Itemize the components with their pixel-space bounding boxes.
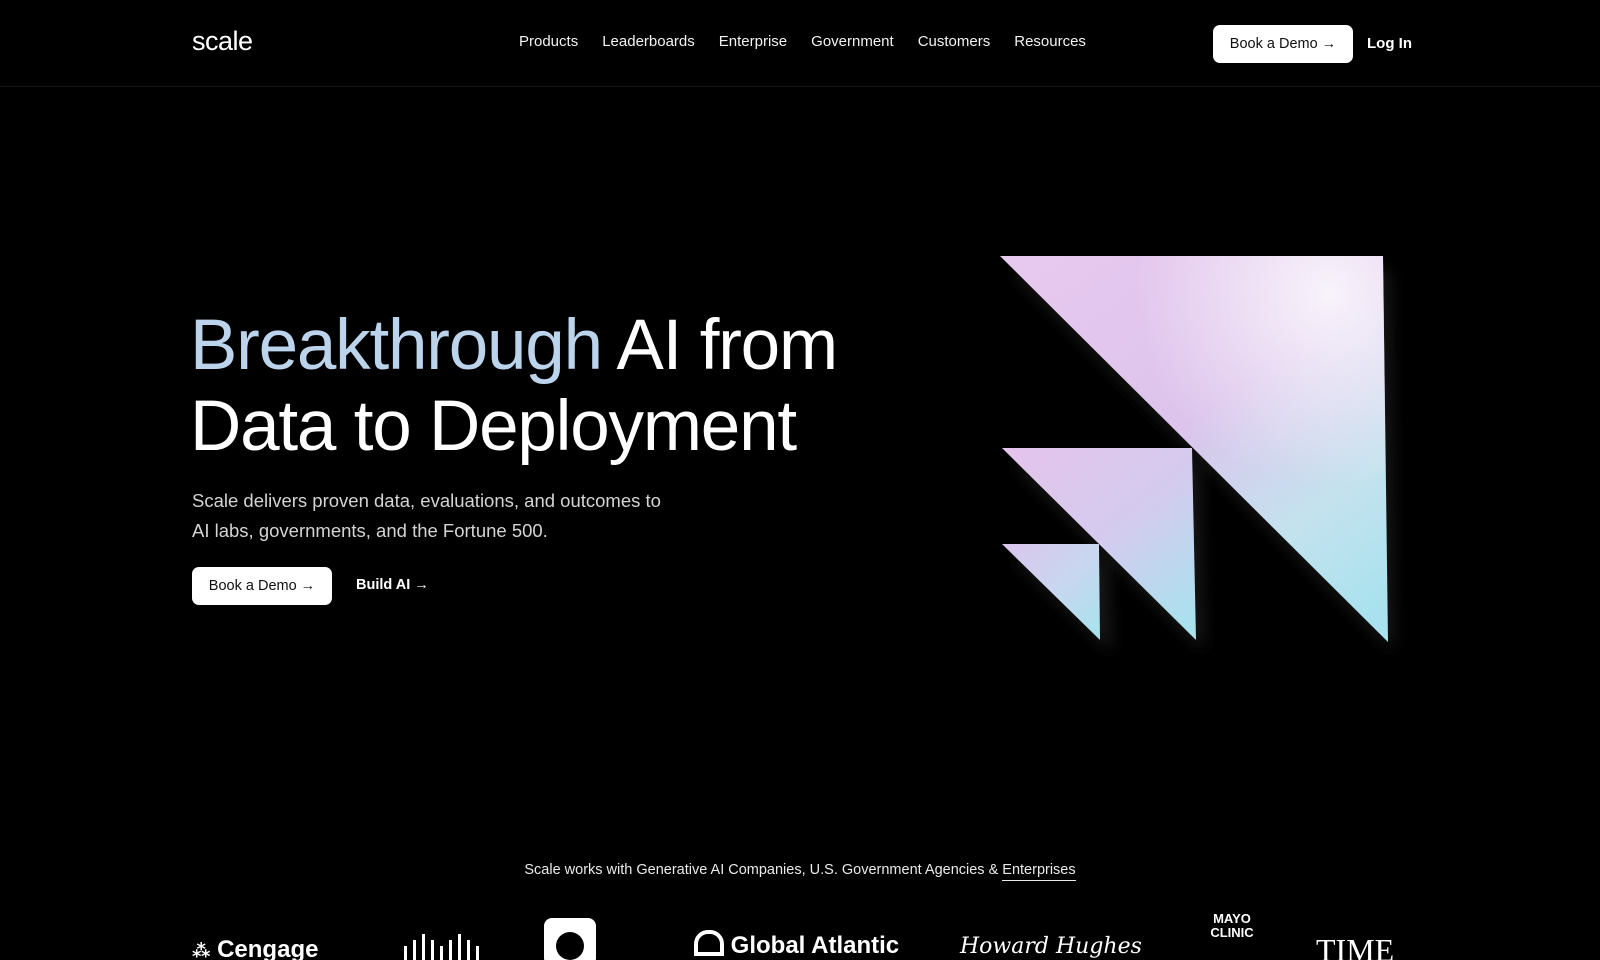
log-in-link[interactable]: Log In [1367, 35, 1412, 52]
hero-title: Breakthrough AI from Data to Deployment [190, 305, 838, 467]
top-navigation: scale Products Leaderboards Enterprise G… [0, 0, 1600, 87]
nav-link-products[interactable]: Products [519, 33, 578, 50]
nav-link-enterprise[interactable]: Enterprise [719, 33, 787, 50]
cisco-bars-icon [404, 934, 479, 960]
nav-link-customers[interactable]: Customers [918, 33, 991, 50]
app-logo [544, 918, 596, 960]
time-logo: TIME [1316, 932, 1395, 960]
partners-statement: Scale works with Generative AI Companies… [0, 862, 1600, 881]
partners-text: Scale works with Generative AI Companies… [524, 862, 1003, 878]
cisco-logo [402, 930, 482, 960]
cengage-logo: ⁂ Cengage [192, 936, 319, 960]
scale-logo[interactable]: scale [192, 26, 253, 57]
hero-title-highlight: Breakthrough [190, 306, 603, 385]
global-atlantic-logo: Global Atlantic [694, 930, 899, 960]
enterprises-link[interactable]: Enterprises [1002, 862, 1076, 881]
howard-hughes-logo: Howard Hughes [960, 934, 1142, 959]
nav-link-leaderboards[interactable]: Leaderboards [602, 33, 695, 50]
nav-link-resources[interactable]: Resources [1014, 33, 1086, 50]
nav-book-demo-button[interactable]: Book a Demo → [1213, 25, 1353, 63]
nav-link-government[interactable]: Government [811, 33, 894, 50]
hero-title-rest: AI from [601, 306, 838, 385]
global-atlantic-mark-icon [694, 930, 724, 956]
hero-subtitle: Scale delivers proven data, evaluations,… [192, 490, 661, 541]
app-square-icon [544, 918, 596, 960]
triangles-illustration [1000, 256, 1394, 654]
partner-logos-row: ⁂ Cengage Global Atlantic Howard Hughes … [0, 912, 1600, 960]
build-ai-link[interactable]: Build AI → [356, 577, 429, 593]
nav-links: Products Leaderboards Enterprise Governm… [519, 33, 1110, 50]
hero-title-line2: Data to Deployment [190, 387, 797, 466]
hero-book-demo-button[interactable]: Book a Demo → [192, 567, 332, 605]
mayo-clinic-logo: MAYO CLINIC [1210, 911, 1254, 940]
cengage-mark-icon: ⁂ [192, 941, 211, 960]
